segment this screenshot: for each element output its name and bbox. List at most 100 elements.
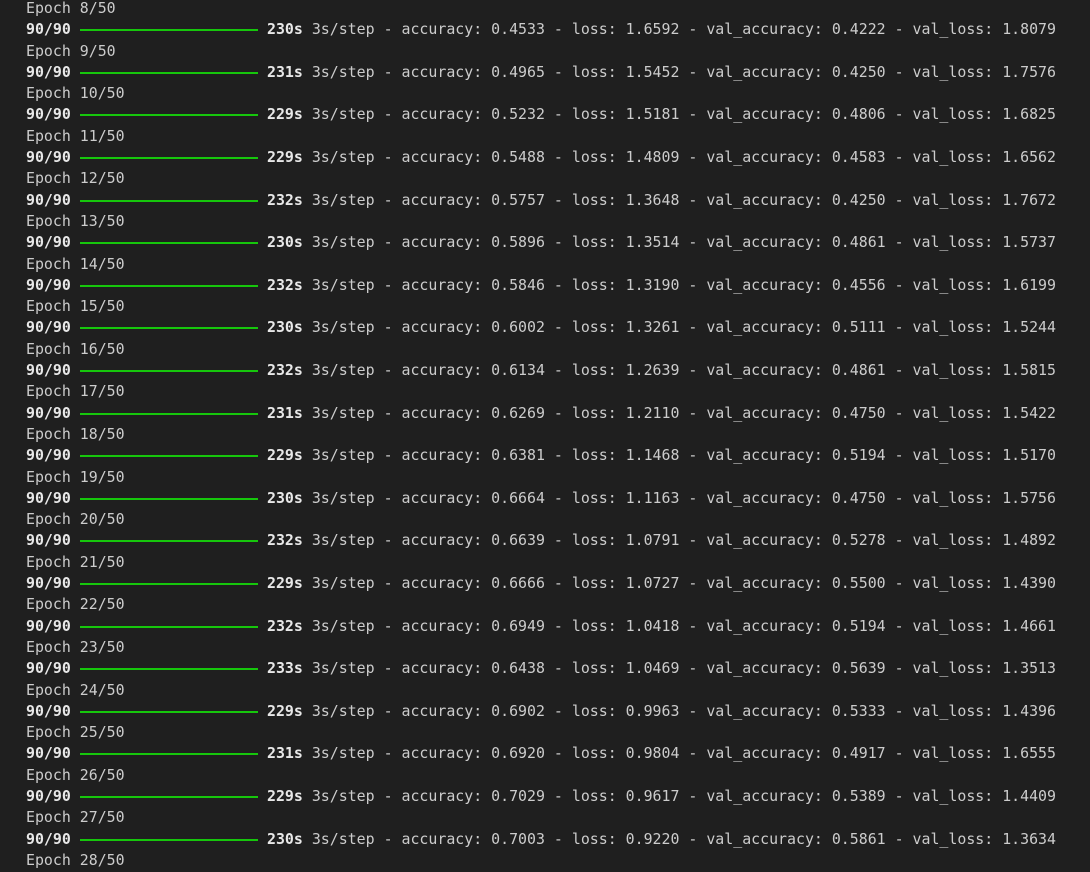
- epoch-duration: 231s: [267, 62, 303, 81]
- epoch-metrics: 232s 3s/step - accuracy: 0.5757 - loss: …: [267, 190, 1056, 209]
- epoch-metrics: 230s 3s/step - accuracy: 0.6664 - loss: …: [267, 488, 1056, 507]
- progress-bar: [80, 497, 258, 500]
- accuracy-value: 0.7029: [491, 786, 545, 805]
- val-accuracy-value: 0.4556: [831, 275, 886, 294]
- accuracy-value: 0.6269: [491, 403, 545, 422]
- progress-bar: [80, 199, 258, 202]
- val-loss-value: 1.5170: [1002, 446, 1056, 465]
- val-loss-value: 1.4661: [1002, 616, 1056, 635]
- epoch-header: Epoch 17/50: [26, 382, 125, 401]
- epoch-duration: 232s: [267, 616, 303, 635]
- accuracy-value: 0.5846: [491, 275, 545, 294]
- step-count: 90/90: [26, 616, 71, 635]
- val-accuracy-value: 0.4250: [831, 190, 886, 209]
- loss-value: 0.9963: [625, 701, 680, 720]
- val-accuracy-value: 0.5194: [831, 446, 886, 465]
- step-rate: 3s/step: [311, 701, 375, 720]
- step-count: 90/90: [26, 20, 71, 39]
- step-rate: 3s/step: [311, 403, 375, 422]
- step-rate: 3s/step: [311, 574, 375, 593]
- epoch-duration: 229s: [267, 701, 303, 720]
- epoch-metrics: 229s 3s/step - accuracy: 0.5232 - loss: …: [267, 105, 1056, 124]
- step-rate: 3s/step: [311, 62, 375, 81]
- epoch-header: Epoch 21/50: [26, 552, 125, 571]
- epoch-header: Epoch 20/50: [26, 510, 125, 529]
- epoch-duration: 232s: [267, 190, 303, 209]
- epoch-duration: 231s: [267, 403, 303, 422]
- val-accuracy-value: 0.5861: [831, 829, 886, 848]
- epoch-duration: 229s: [267, 574, 303, 593]
- epoch-duration: 230s: [267, 829, 303, 848]
- accuracy-value: 0.6134: [491, 361, 545, 380]
- epoch-duration: 229s: [267, 786, 303, 805]
- loss-value: 1.3261: [625, 318, 680, 337]
- epoch-progress-line: 90/90 232s 3s/step - accuracy: 0.6949 - l…: [26, 616, 1090, 637]
- loss-value: 0.9804: [625, 744, 680, 763]
- step-count: 90/90: [26, 318, 71, 337]
- epoch-duration: 231s: [267, 744, 303, 763]
- progress-bar: [80, 583, 258, 586]
- progress-bar: [80, 455, 258, 458]
- epoch-metrics: 230s 3s/step - accuracy: 0.4533 - loss: …: [267, 20, 1056, 39]
- accuracy-value: 0.4965: [491, 62, 545, 81]
- accuracy-value: 0.5232: [491, 105, 545, 124]
- val-accuracy-value: 0.4806: [831, 105, 886, 124]
- progress-bar: [80, 625, 258, 628]
- step-rate: 3s/step: [311, 531, 375, 550]
- epoch-metrics: 232s 3s/step - accuracy: 0.6949 - loss: …: [267, 616, 1056, 635]
- epoch-progress-line: 90/90 232s 3s/step - accuracy: 0.5846 - l…: [26, 275, 1090, 296]
- loss-value: 1.0791: [625, 531, 680, 550]
- progress-bar: [80, 157, 258, 160]
- accuracy-value: 0.6666: [491, 574, 545, 593]
- epoch-progress-line: 90/90 232s 3s/step - accuracy: 0.6134 - l…: [26, 360, 1090, 381]
- epoch-header: Epoch 18/50: [26, 424, 125, 443]
- epoch-metrics: 232s 3s/step - accuracy: 0.6134 - loss: …: [267, 361, 1056, 380]
- accuracy-value: 0.6381: [491, 446, 545, 465]
- epoch-progress-line: 90/90 232s 3s/step - accuracy: 0.5757 - l…: [26, 190, 1090, 211]
- progress-bar: [80, 71, 258, 74]
- step-rate: 3s/step: [311, 659, 375, 678]
- accuracy-value: 0.7003: [491, 829, 545, 848]
- epoch-metrics: 229s 3s/step - accuracy: 0.6381 - loss: …: [267, 446, 1056, 465]
- loss-value: 1.3514: [625, 233, 680, 252]
- epoch-header: Epoch 13/50: [26, 211, 125, 230]
- val-accuracy-value: 0.5278: [831, 531, 886, 550]
- epoch-progress-line: 90/90 230s 3s/step - accuracy: 0.5896 - l…: [26, 232, 1090, 253]
- step-count: 90/90: [26, 275, 71, 294]
- progress-bar: [80, 29, 258, 32]
- step-count: 90/90: [26, 701, 71, 720]
- progress-bar: [80, 242, 258, 245]
- step-count: 90/90: [26, 190, 71, 209]
- val-loss-value: 1.5737: [1002, 233, 1056, 252]
- epoch-progress-line: 90/90 230s 3s/step - accuracy: 0.4533 - l…: [26, 19, 1090, 40]
- step-rate: 3s/step: [311, 148, 375, 167]
- epoch-header: Epoch 9/50: [26, 41, 116, 60]
- accuracy-value: 0.6002: [491, 318, 545, 337]
- val-accuracy-value: 0.4250: [831, 62, 886, 81]
- val-loss-value: 1.7576: [1002, 62, 1056, 81]
- loss-value: 1.3190: [625, 275, 680, 294]
- epoch-progress-line: 90/90 230s 3s/step - accuracy: 0.7003 - l…: [26, 829, 1090, 850]
- epoch-duration: 229s: [267, 446, 303, 465]
- epoch-metrics: 232s 3s/step - accuracy: 0.6639 - loss: …: [267, 531, 1056, 550]
- epoch-header: Epoch 14/50: [26, 254, 125, 273]
- epoch-metrics: 230s 3s/step - accuracy: 0.5896 - loss: …: [267, 233, 1056, 252]
- step-rate: 3s/step: [311, 829, 375, 848]
- step-rate: 3s/step: [311, 318, 375, 337]
- loss-value: 0.9220: [625, 829, 680, 848]
- epoch-header: Epoch 27/50: [26, 808, 125, 827]
- val-accuracy-value: 0.5639: [831, 659, 886, 678]
- val-loss-value: 1.7672: [1002, 190, 1056, 209]
- progress-bar: [80, 412, 258, 415]
- step-count: 90/90: [26, 829, 71, 848]
- progress-bar: [80, 114, 258, 117]
- step-rate: 3s/step: [311, 786, 375, 805]
- epoch-header: Epoch 24/50: [26, 680, 125, 699]
- epoch-duration: 229s: [267, 148, 303, 167]
- loss-value: 1.1468: [625, 446, 680, 465]
- epoch-header: Epoch 23/50: [26, 637, 125, 656]
- epoch-progress-line: 90/90 231s 3s/step - accuracy: 0.6920 - l…: [26, 743, 1090, 764]
- epoch-metrics: 230s 3s/step - accuracy: 0.7003 - loss: …: [267, 829, 1056, 848]
- epoch-progress-line: 90/90 230s 3s/step - accuracy: 0.6664 - l…: [26, 488, 1090, 509]
- epoch-progress-line: 90/90 229s 3s/step - accuracy: 0.5488 - l…: [26, 147, 1090, 168]
